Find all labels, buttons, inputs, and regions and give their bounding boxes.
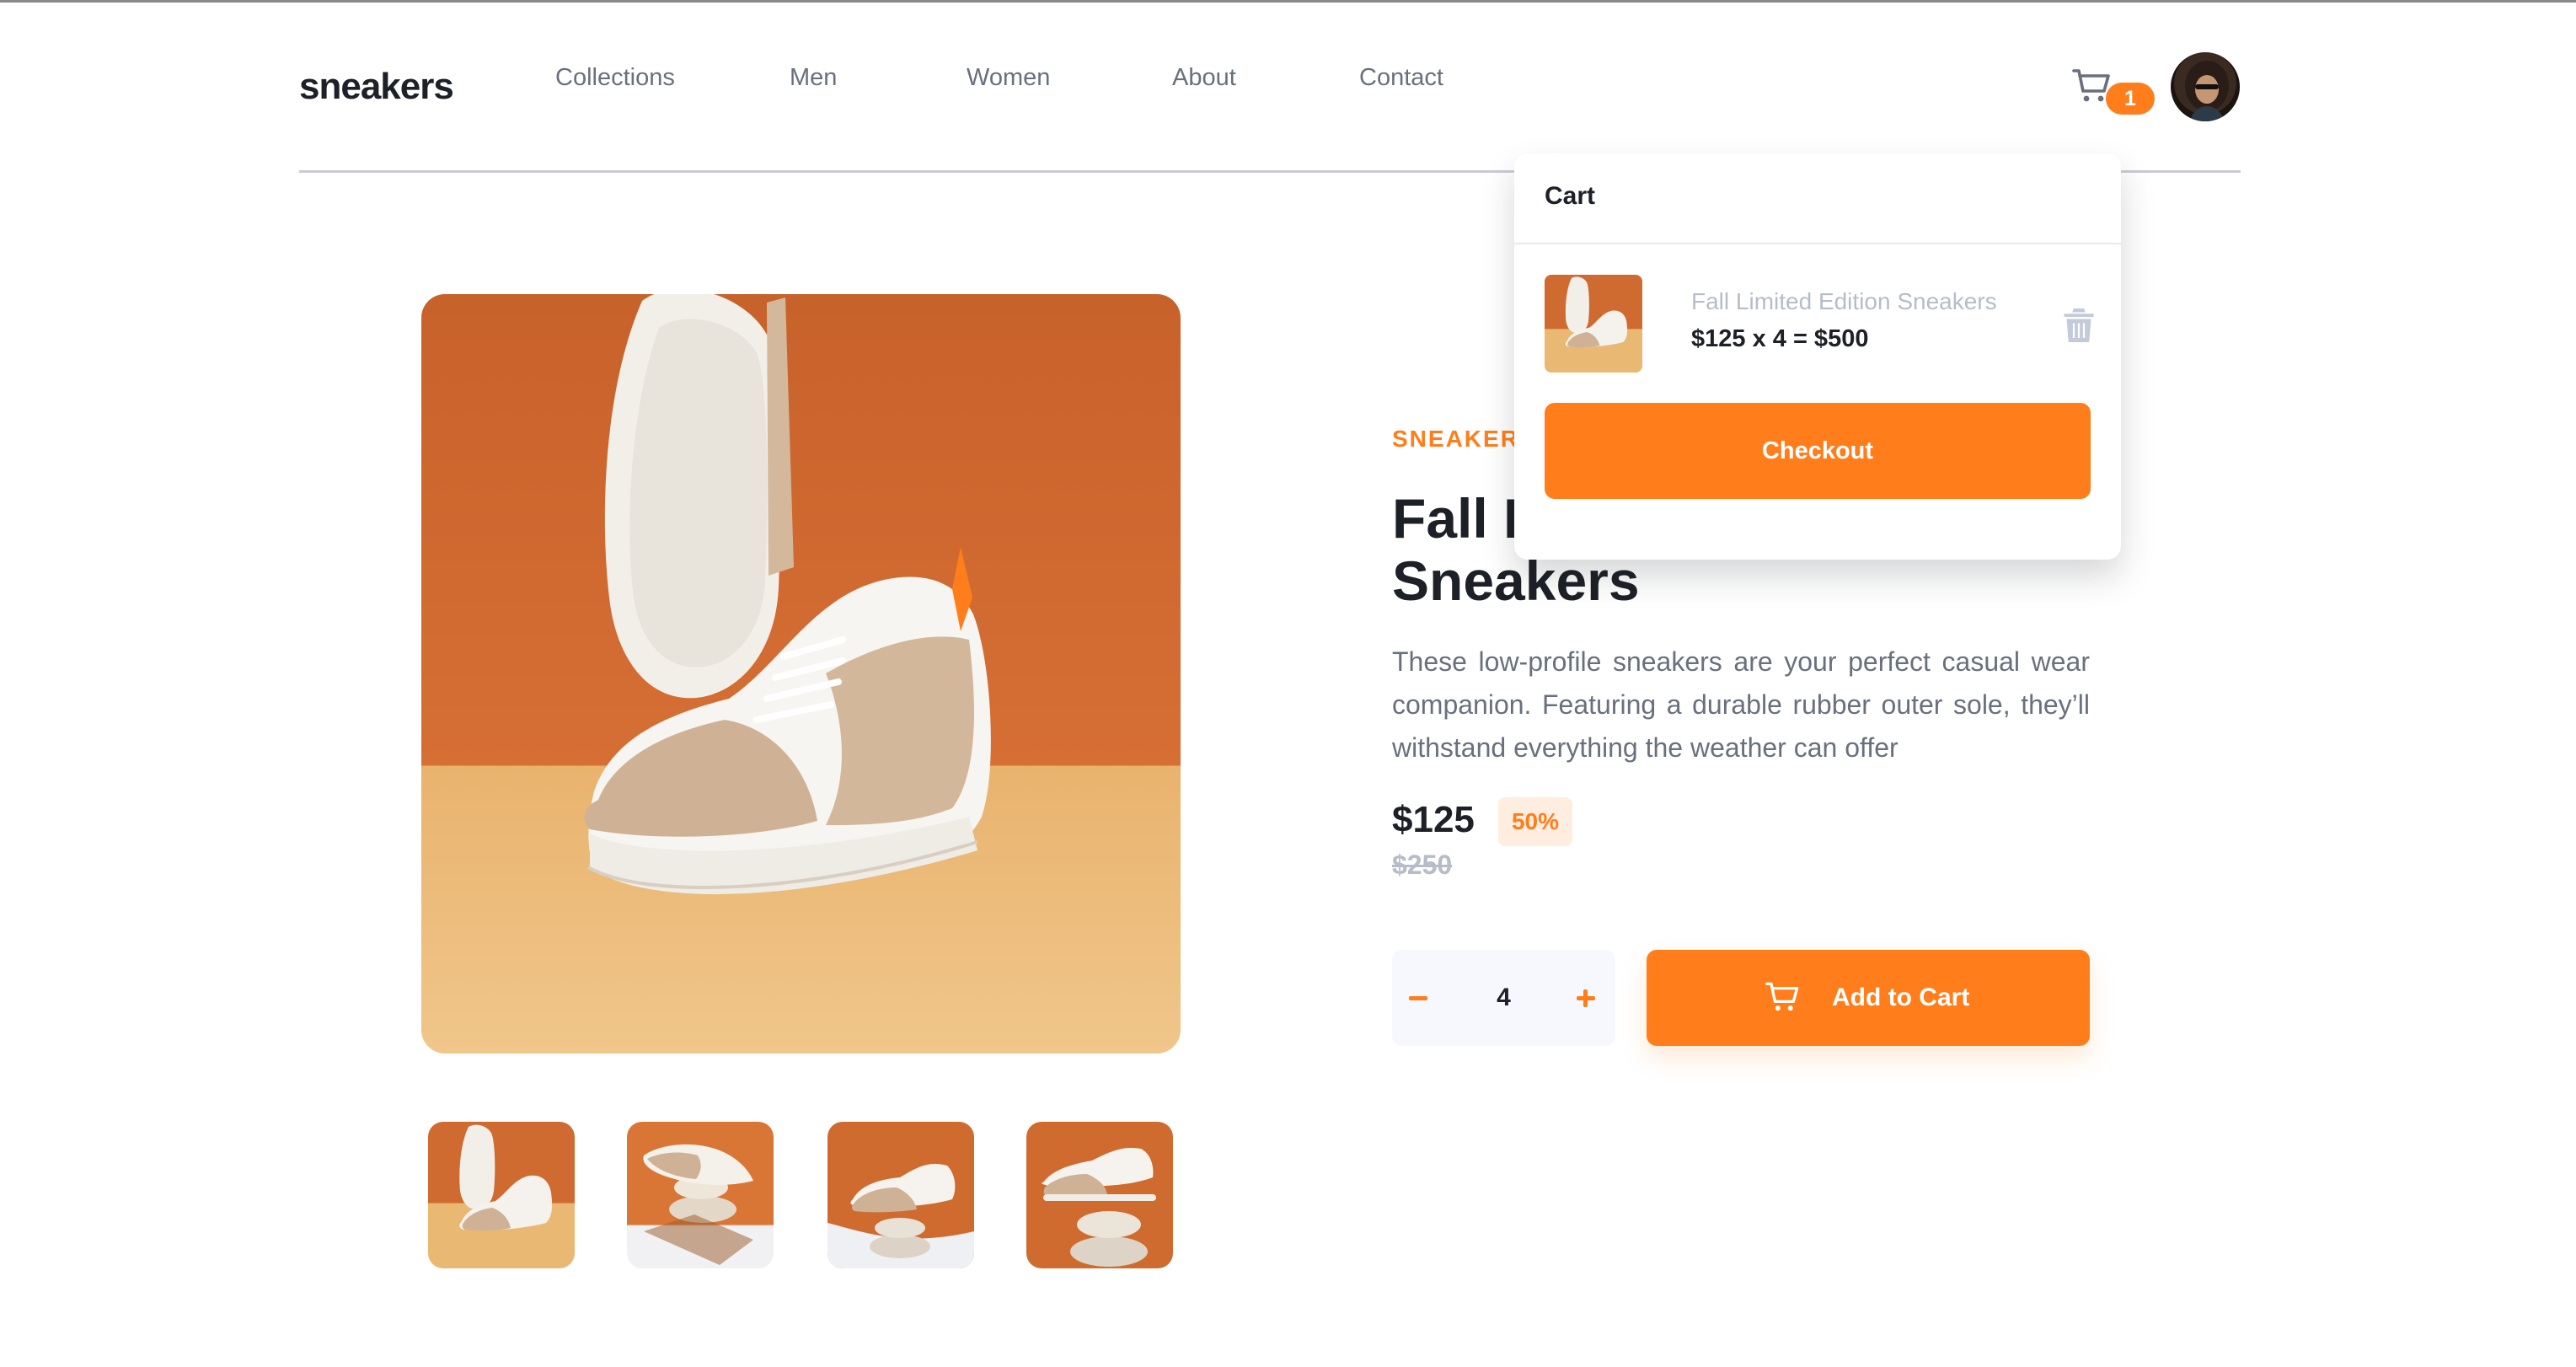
thumbnail-2[interactable] [627, 1122, 774, 1268]
nav-item-collections[interactable]: Collections [555, 64, 675, 92]
trash-icon [2064, 308, 2094, 342]
quantity-value: 4 [1497, 984, 1511, 1011]
product-description: These low-profile sneakers are your perf… [1392, 646, 2090, 763]
site-header: sneakers Collections Men Women About Con… [299, 34, 2241, 172]
nav-item-about[interactable]: About [1172, 64, 1236, 92]
thumbnail-4[interactable] [1026, 1122, 1173, 1268]
original-price: $250 [1392, 850, 1453, 880]
nav-item-women[interactable]: Women [967, 64, 1050, 92]
sneaker-thumbnail-2 [643, 1144, 753, 1265]
sneaker-image [584, 294, 991, 895]
sneaker-cart-image [1565, 276, 1628, 348]
discount-badge: 50% [1498, 797, 1572, 846]
cart-count-badge: 1 [2106, 83, 2155, 115]
cart-button[interactable]: 1 [2069, 64, 2155, 123]
cart-item-name: Fall Limited Edition Sneakers [1691, 288, 1997, 314]
quantity-stepper: 4 [1392, 950, 1615, 1046]
delete-item-button[interactable] [2064, 308, 2094, 342]
cart-item-total: $125 x 4 = $500 [1691, 325, 1869, 352]
user-avatar-icon [2185, 61, 2229, 121]
thumbnail-3[interactable] [827, 1122, 974, 1268]
product-main-image[interactable] [421, 294, 1181, 1053]
decrease-quantity-button[interactable] [1392, 950, 1451, 1046]
thumbnail-1[interactable] [428, 1122, 575, 1268]
cart-icon [1765, 982, 1799, 1011]
cart-item-thumbnail [1545, 275, 1642, 373]
avatar[interactable] [2169, 51, 2241, 123]
logo[interactable]: sneakers [299, 66, 454, 108]
cart-dropdown: Cart Fall Limited Edition Sneakers $125 … [1514, 153, 2121, 560]
cart-heading: Cart [1545, 182, 1596, 210]
add-to-cart-label: Add to Cart [1832, 984, 1970, 1011]
sneaker-thumbnail-1 [459, 1124, 553, 1231]
current-price: $125 [1392, 799, 1475, 840]
checkout-button[interactable]: Checkout [1545, 403, 2091, 499]
cart-divider [1514, 243, 2121, 244]
increase-quantity-button[interactable] [1556, 950, 1615, 1046]
sneaker-thumbnail-3 [827, 1163, 974, 1268]
sneaker-thumbnail-4 [1042, 1147, 1156, 1267]
nav-item-men[interactable]: Men [790, 64, 837, 92]
nav-item-contact[interactable]: Contact [1359, 64, 1443, 92]
top-border [0, 0, 2576, 3]
add-to-cart-button[interactable]: Add to Cart [1647, 950, 2090, 1046]
